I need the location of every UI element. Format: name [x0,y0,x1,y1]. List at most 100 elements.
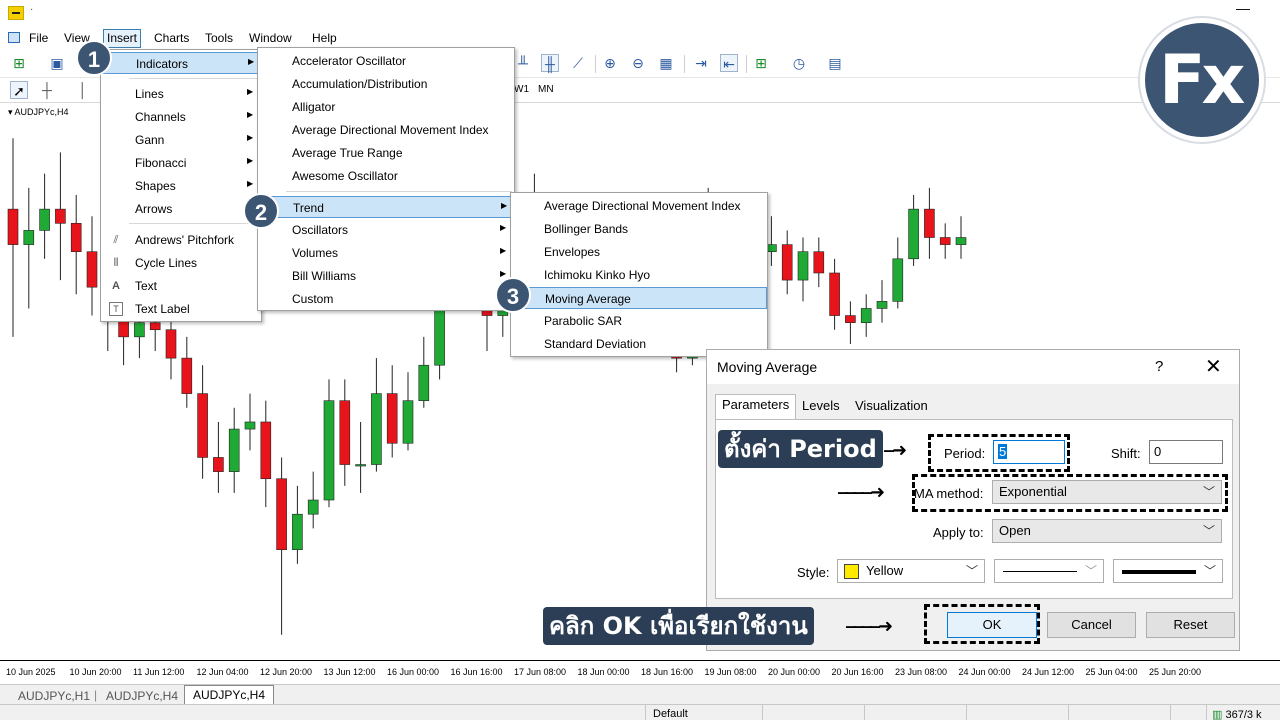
app-logo-icon [8,6,24,20]
menu-file[interactable]: File [29,31,48,45]
method-arrow-icon: ‒‒‒‒➜ [838,482,885,502]
tile-windows-icon[interactable]: ▦ [657,54,675,72]
help-button[interactable]: ? [1155,358,1163,375]
terminal-window: · — File View Insert Charts Tools Window… [0,0,1280,720]
templates-icon[interactable]: ▤ [826,54,844,72]
candle-body [955,237,967,245]
chevron-down-icon: ﹀ [1084,564,1097,578]
trend-submenu: Average Directional Movement Index Bolli… [510,192,768,357]
tab-audjpy-h1[interactable]: AUDJPYc,H1 [10,687,98,705]
candle-body [23,230,35,245]
line-width-select[interactable]: ﹀ [1113,559,1223,583]
new-chart-icon[interactable]: ⊞ [10,54,28,72]
menu-item-oscillators[interactable]: Oscillators ▶ [258,219,514,241]
time-tick-label: 11 Jun 12:00 [133,667,185,677]
menu-item-admi[interactable]: Average Directional Movement Index [258,119,514,141]
candle-body [149,322,161,331]
menu-item-cycle-lines[interactable]: ⦀ Cycle Lines [101,252,261,274]
candle-body [260,421,272,480]
status-bar: Default ▥ 367/3 k [0,704,1280,720]
menu-charts[interactable]: Charts [154,31,189,45]
color-select[interactable]: Yellow ﹀ [837,559,985,583]
timeframe-w1[interactable]: W1 [514,84,529,95]
menu-item-indicators[interactable]: Indicators ▶ [101,52,261,74]
bar-chart-icon[interactable]: ╨ [514,54,532,72]
zoom-in-icon[interactable]: ⊕ [601,54,619,72]
chevron-down-icon: ﹀ [1203,564,1216,578]
menu-item-accumulation[interactable]: Accumulation/Distribution [258,73,514,95]
menu-item-gann[interactable]: Gann ▶ [101,129,261,151]
menu-item-text-label[interactable]: T Text Label [101,298,261,320]
candle-body [213,457,224,472]
shift-input[interactable]: 0 [1149,440,1223,464]
chart-shift-icon[interactable]: ⇤ [720,54,738,72]
pitchfork-icon: ⫽ [113,234,119,246]
menu-item-alligator[interactable]: Alligator [258,96,514,118]
crosshair-icon[interactable]: ┼ [38,81,56,99]
dialog-title: Moving Average [717,359,818,375]
line-style-select[interactable]: ﹀ [994,559,1104,583]
cursor-icon[interactable]: ➚ [10,81,28,99]
thin-line-icon [1003,571,1077,572]
menu-item-shapes[interactable]: Shapes ▶ [101,175,261,197]
zoom-out-icon[interactable]: ⊖ [629,54,647,72]
tab-audjpy-h4-active[interactable]: AUDJPYc,H4 [184,685,275,705]
time-tick-label: 16 Jun 16:00 [450,667,503,677]
timeframe-mn[interactable]: MN [538,84,554,95]
time-tick-label: 16 Jun 00:00 [387,667,440,677]
menu-item-parabolic-sar[interactable]: Parabolic SAR [511,310,767,332]
step-badge-2: 2 [243,193,279,229]
menu-item-ichimoku[interactable]: Ichimoku Kinko Hyo [511,264,767,286]
apply-to-select[interactable]: Open ﹀ [992,519,1222,543]
document-icon [8,32,20,43]
cancel-button[interactable]: Cancel [1047,612,1136,638]
close-icon[interactable]: ✕ [1205,354,1222,379]
fx-brand-logo: Fx [1140,18,1264,142]
menu-item-arrows[interactable]: Arrows▶ [101,198,261,220]
menu-item-fibonacci[interactable]: Fibonacci ▶ [101,152,261,174]
cycle-lines-icon: ⦀ [113,257,119,269]
reset-button[interactable]: Reset [1146,612,1235,638]
tab-audjpy-h4[interactable]: AUDJPYc,H4 [98,687,186,705]
menu-item-moving-average[interactable]: Moving Average [511,287,767,309]
status-profile: Default [653,708,688,720]
menu-item-atr[interactable]: Average True Range [258,142,514,164]
menu-item-text[interactable]: A Text [101,275,261,297]
minimize-icon[interactable]: — [1236,0,1250,16]
tab-visualization[interactable]: Visualization [849,396,934,418]
tab-parameters[interactable]: Parameters [715,394,797,420]
menu-item-bill-williams[interactable]: Bill Williams ▶ [258,265,514,287]
menu-item-lines[interactable]: Lines ▶ [101,83,261,105]
periods-icon[interactable]: ◷ [790,54,808,72]
menu-item-trend-admi[interactable]: Average Directional Movement Index [511,195,767,217]
menu-item-envelopes[interactable]: Envelopes [511,241,767,263]
indicators-icon[interactable]: ⊞ [752,54,770,72]
ok-annotation: คลิก OK เพื่อเรียกใช้งาน [543,607,814,645]
time-tick-label: 25 Jun 20:00 [1149,667,1202,677]
menu-item-accelerator[interactable]: Accelerator Oscillator [258,50,514,72]
text-icon: A [112,280,120,292]
time-tick-label: 10 Jun 20:00 [69,667,122,677]
menu-item-bollinger[interactable]: Bollinger Bands [511,218,767,240]
menu-item-channels[interactable]: Channels ▶ [101,106,261,128]
tab-levels[interactable]: Levels [796,396,846,418]
menu-help[interactable]: Help [312,31,337,45]
candle-body [323,400,335,501]
autoscroll-icon[interactable]: ⇥ [692,54,710,72]
menu-item-pitchfork[interactable]: ⫽ Andrews' Pitchfork [101,229,261,251]
menu-window[interactable]: Window [249,31,292,45]
menu-item-awesome[interactable]: Awesome Oscillator [258,165,514,187]
chart-tabs: AUDJPYc,H1 | AUDJPYc,H4 AUDJPYc,H4 [0,684,1280,705]
line-chart-icon[interactable]: ⟋ [569,54,587,72]
time-tick-label: 18 Jun 16:00 [641,667,694,677]
vertical-line-icon[interactable]: │ [74,81,92,99]
menu-tools[interactable]: Tools [205,31,233,45]
menu-item-trend[interactable]: Trend ▶ [258,196,514,218]
candle-body [292,513,303,550]
menu-insert[interactable]: Insert [103,29,142,48]
profiles-icon[interactable]: ▣ [48,54,66,72]
candlestick-icon[interactable]: ╫ [541,54,559,72]
candle-body [829,272,840,316]
menu-item-custom[interactable]: Custom [258,288,514,310]
menu-item-volumes[interactable]: Volumes ▶ [258,242,514,264]
